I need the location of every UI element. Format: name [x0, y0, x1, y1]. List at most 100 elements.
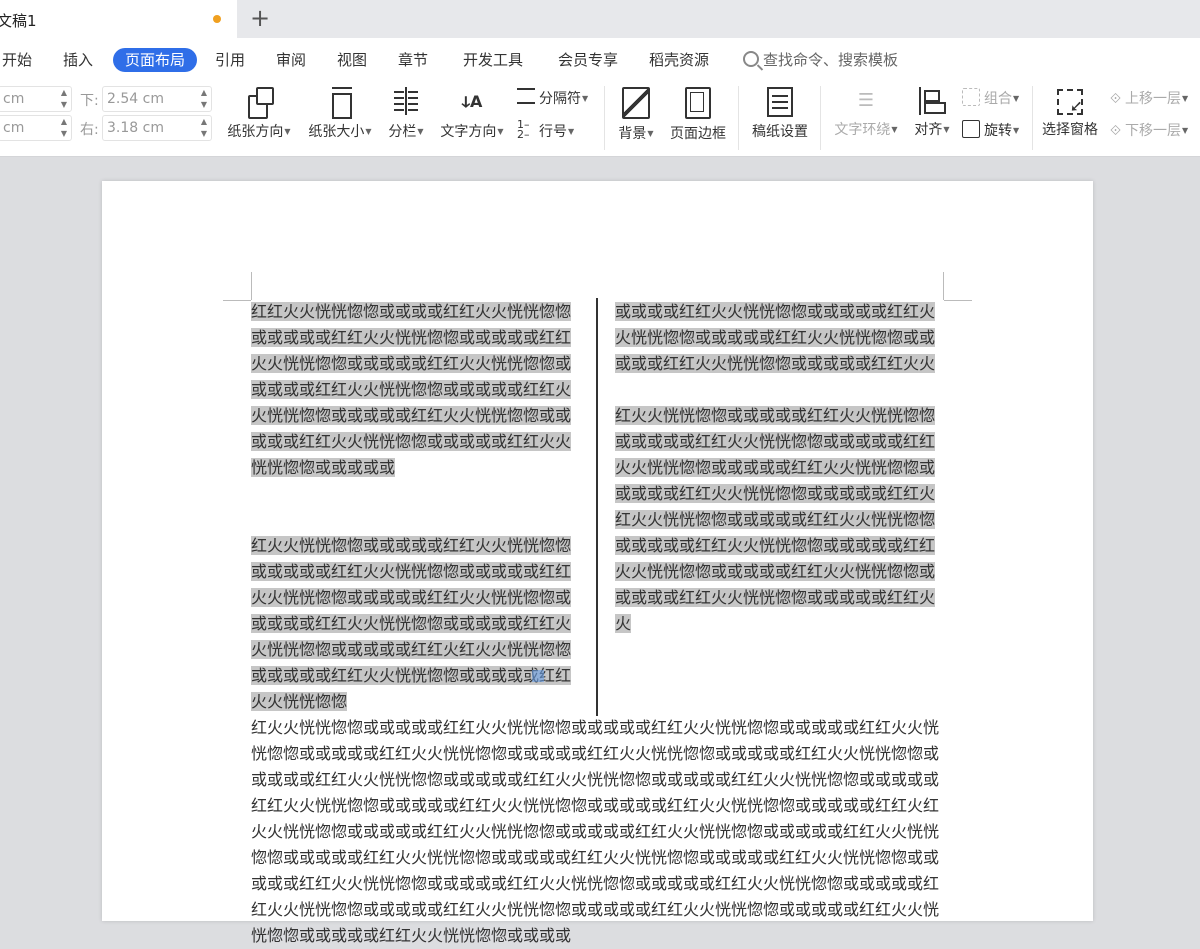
text-wrap-icon: ☰	[857, 90, 875, 111]
selection-pane-label: 选择窗格	[1042, 122, 1098, 138]
align-button[interactable]: 对齐▼	[910, 87, 954, 139]
right-margin-value: 3.18 cm	[107, 120, 164, 136]
background-button[interactable]: 背景▼	[615, 87, 657, 143]
crop-mark	[943, 272, 944, 300]
ribbon-divider	[738, 86, 739, 150]
group-icon	[962, 88, 980, 106]
crop-mark	[251, 272, 252, 300]
right-column-paragraph-1[interactable]: 或或或或红红火火恍恍惚惚或或或或或红红火火恍恍惚惚或或或或或红红火火恍恍惚惚或或…	[615, 299, 945, 377]
group-label: 组合	[984, 91, 1012, 107]
separator-label: 分隔符	[539, 91, 581, 107]
line-number-button[interactable]: 1– 2– 行号▼	[517, 118, 574, 142]
background-label: 背景	[618, 126, 647, 142]
selected-text: 或或或或红红火火恍恍惚惚或或或或或红红火火恍恍惚惚或或或或或红红火火恍恍惚惚或或…	[615, 302, 936, 373]
page-border-label: 页面边框	[670, 126, 726, 142]
selection-pane-icon	[1055, 87, 1085, 115]
top-margin-unit: cm	[3, 91, 25, 107]
grid-paper-icon	[767, 87, 793, 117]
spinner-icon[interactable]: ▲ ▼	[61, 116, 67, 140]
selection-pane-button[interactable]: 选择窗格	[1038, 87, 1102, 139]
search-placeholder: 查找命令、搜索模板	[763, 51, 899, 69]
menu-developer-tools[interactable]: 开发工具	[463, 48, 523, 72]
paper-size-label: 纸张大小	[308, 124, 365, 140]
separator-button[interactable]: 分隔符▼	[517, 88, 588, 110]
right-column-paragraph-2[interactable]: 红火火恍恍惚惚或或或或或红红火火恍恍惚惚或或或或或红红火火恍恍惚惚或或或或或红红…	[615, 403, 945, 637]
text-wrap-button[interactable]: ☰ 文字环绕▼	[830, 87, 902, 139]
rotate-label: 旋转	[984, 123, 1012, 139]
selected-text: 红火火恍恍惚惚或或或或或红红火火恍恍惚惚或或或或或红红火火恍恍惚惚或或或或或红红…	[615, 406, 936, 633]
bring-forward-icon: ⟐	[1110, 91, 1122, 107]
menu-sections[interactable]: 章节	[398, 48, 428, 72]
rotate-icon	[962, 120, 980, 138]
tab-bar: 文稿1 +	[0, 0, 1200, 39]
menu-view[interactable]: 视图	[337, 48, 367, 72]
right-margin-label: 右:	[80, 122, 99, 138]
align-label: 对齐	[914, 122, 943, 138]
text-direction-button[interactable]: ↆA 文字方向▼	[436, 87, 508, 141]
columns-button[interactable]: 分栏▼	[384, 87, 428, 141]
command-search[interactable]: 查找命令、搜索模板	[743, 48, 898, 72]
menu-docer-resources[interactable]: 稻壳资源	[649, 48, 709, 72]
spinner-icon[interactable]: ▲ ▼	[201, 87, 207, 111]
crop-mark	[944, 300, 972, 301]
paper-size-icon	[328, 87, 352, 119]
align-icon	[919, 87, 946, 115]
search-icon	[743, 51, 759, 67]
bring-forward-button[interactable]: ⟐ 上移一层▼	[1110, 88, 1188, 110]
menu-review[interactable]: 审阅	[276, 48, 306, 72]
paper-size-button[interactable]: 纸张大小▼	[304, 87, 376, 141]
document-page[interactable]: 红红火火恍恍惚惚或或或或红红火火恍恍惚惚或或或或或红红火火恍恍惚惚或或或或或红红…	[102, 181, 1093, 945]
grid-paper-button[interactable]: 稿纸设置	[748, 87, 812, 141]
group-button[interactable]: 组合▼	[962, 88, 1019, 110]
ribbon-divider	[1032, 86, 1033, 150]
page-border-icon	[685, 87, 711, 119]
bring-forward-label: 上移一层	[1125, 91, 1182, 107]
bottom-margin-label: 下:	[80, 93, 99, 109]
unsaved-indicator-icon	[213, 15, 221, 23]
spinner-icon[interactable]: ▲ ▼	[201, 116, 207, 140]
left-column-paragraph-2[interactable]: 红火火恍恍惚惚或或或或或红红火火恍恍惚惚或或或或或红红火火恍恍惚惚或或或或或红红…	[251, 533, 581, 715]
body-paragraph[interactable]: 红火火恍恍惚惚或或或或或红红火火恍恍惚惚或或或或或红红火火恍恍惚惚或或或或或红红…	[251, 715, 945, 949]
new-tab-button[interactable]: +	[249, 5, 271, 31]
background-icon	[622, 87, 650, 119]
grid-paper-label: 稿纸设置	[752, 124, 808, 140]
cursor-marker-icon	[532, 670, 544, 682]
menu-home[interactable]: 开始	[2, 48, 32, 72]
bottom-margin-value: 2.54 cm	[107, 91, 164, 107]
page-border-button[interactable]: 页面边框	[666, 87, 730, 143]
spinner-icon[interactable]: ▲ ▼	[61, 87, 67, 111]
bottom-margin-input[interactable]: 2.54 cm ▲ ▼	[102, 86, 212, 112]
text-direction-icon: ↆA	[461, 92, 483, 111]
selected-text: 红火火恍恍惚惚或或或或或红红火火恍恍惚惚或或或或或红红火火恍恍惚惚或或或或或红红…	[251, 536, 572, 711]
page-break-icon	[517, 88, 535, 104]
menu-insert[interactable]: 插入	[63, 48, 93, 72]
document-tab[interactable]: 文稿1	[0, 0, 237, 38]
left-column-paragraph-1[interactable]: 红红火火恍恍惚惚或或或或红红火火恍恍惚惚或或或或或红红火火恍恍惚惚或或或或或红红…	[251, 299, 581, 481]
text-direction-label: 文字方向	[440, 124, 497, 140]
top-margin-input[interactable]: cm ▲ ▼	[0, 86, 72, 112]
page-orientation-icon	[246, 87, 274, 119]
document-tab-title: 文稿1	[0, 12, 37, 30]
right-margin-input[interactable]: 3.18 cm ▲ ▼	[102, 115, 212, 141]
send-backward-button[interactable]: ⟐ 下移一层▼	[1110, 120, 1188, 142]
crop-mark	[223, 300, 251, 301]
ribbon-toolbar: cm ▲ ▼ cm ▲ ▼ 下: 2.54 cm ▲ ▼ 右: 3.18 cm ▲ ▼ …	[0, 82, 1200, 157]
menu-page-layout[interactable]: 页面布局	[113, 48, 198, 72]
menu-member[interactable]: 会员专享	[558, 48, 618, 72]
rotate-button[interactable]: 旋转▼	[962, 120, 1019, 142]
columns-label: 分栏	[388, 124, 417, 140]
line-number-icon: 1– 2–	[517, 118, 530, 141]
text-wrap-label: 文字环绕	[834, 122, 891, 138]
column-separator-line	[596, 298, 598, 716]
menu-bar: 开始 插入 页面布局 引用 审阅 视图 章节 开发工具 会员专享 稻壳资源 查找…	[0, 38, 1200, 82]
send-backward-label: 下移一层	[1125, 123, 1182, 139]
left-margin-input[interactable]: cm ▲ ▼	[0, 115, 72, 141]
columns-icon	[392, 87, 420, 117]
ribbon-divider	[604, 86, 605, 150]
orientation-label: 纸张方向	[227, 124, 284, 140]
body-text: 红火火恍恍惚惚或或或或或红红火火恍恍惚惚或或或或或红红火火恍恍惚惚或或或或或红红…	[251, 718, 940, 945]
line-number-label: 行号	[539, 124, 567, 140]
menu-references[interactable]: 引用	[215, 48, 245, 72]
left-margin-unit: cm	[3, 120, 25, 136]
orientation-button[interactable]: 纸张方向▼	[223, 87, 295, 141]
